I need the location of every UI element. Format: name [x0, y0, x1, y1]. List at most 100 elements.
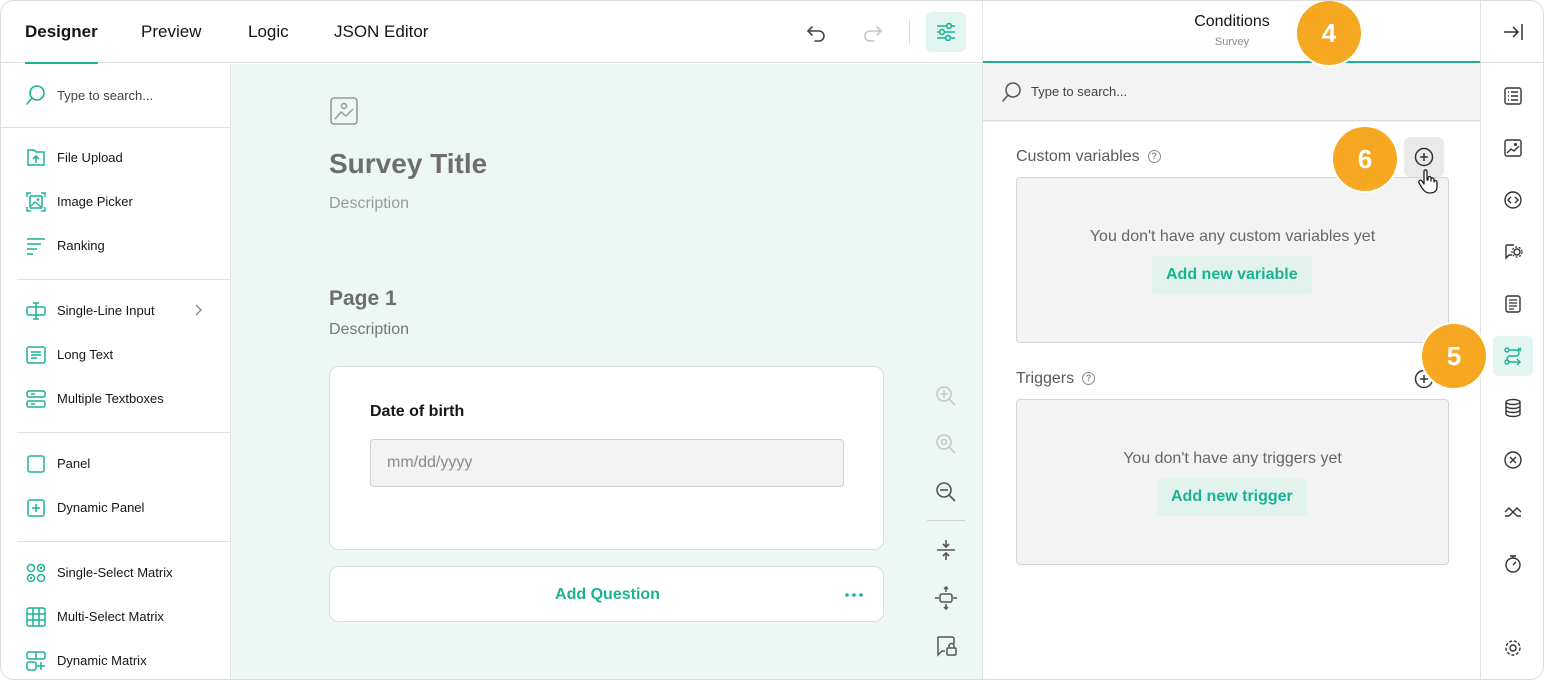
sidebar-item-validation[interactable] [1493, 440, 1533, 480]
toolbox-item-single-select-matrix[interactable]: Single-Select Matrix [1, 551, 230, 595]
page-title[interactable]: Page 1 [329, 287, 397, 311]
question-card-date-of-birth[interactable]: Date of birth mm/dd/yyyy [329, 366, 884, 550]
toolbox-item-label: Dynamic Panel [57, 500, 145, 515]
tab-preview[interactable]: Preview [141, 1, 201, 63]
lock-question-button[interactable] [932, 632, 960, 660]
add-question-bar: Add Question [329, 566, 884, 622]
toolbox-item-label: Dynamic Matrix [57, 653, 147, 668]
toolbox-item-single-line-input[interactable]: Single-Line Input [1, 289, 230, 333]
toolbox-item-dynamic-matrix[interactable]: Dynamic Matrix [1, 639, 230, 679]
question-toolbox: Type to search... File Upload Image Pick… [1, 64, 231, 679]
redo-icon [864, 26, 882, 42]
sidebar-item-data[interactable] [1493, 388, 1533, 428]
zoom-in-icon [936, 386, 956, 406]
zoom-out-icon [936, 482, 956, 502]
zoom-divider [927, 520, 965, 521]
redo-button[interactable] [856, 15, 890, 49]
toolbox-item-ranking[interactable]: Ranking [1, 224, 230, 268]
custom-variables-title-text: Custom variables [1016, 148, 1140, 165]
step-badge-6: 6 [1333, 127, 1397, 191]
add-new-variable-button[interactable]: Add new variable [1152, 256, 1312, 294]
ranking-icon [27, 238, 45, 255]
pointer-cursor-icon [1418, 169, 1438, 194]
toolbox-item-multi-select-matrix[interactable]: Multi-Select Matrix [1, 595, 230, 639]
expand-all-button[interactable] [932, 584, 960, 612]
collapse-all-button[interactable] [932, 536, 960, 564]
toolbox-search[interactable]: Type to search... [1, 64, 230, 128]
sidebar-item-timer[interactable] [1493, 544, 1533, 584]
survey-title[interactable]: Survey Title [329, 148, 487, 180]
toolbox-item-panel[interactable]: Panel [1, 442, 230, 486]
undo-button[interactable] [799, 15, 833, 49]
file-upload-icon [27, 149, 45, 166]
collapse-panel-button[interactable] [1481, 1, 1543, 63]
question-settings-icon [1505, 244, 1523, 260]
sidebar-item-navigation[interactable] [1493, 180, 1533, 220]
toolbox-divider [17, 279, 230, 280]
toolbox-item-image-picker[interactable]: Image Picker [1, 180, 230, 224]
sidebar-item-settings[interactable] [1493, 628, 1533, 668]
toolbox-item-file-upload[interactable]: File Upload [1, 136, 230, 180]
toolbox-item-label: Panel [57, 456, 91, 471]
single-select-matrix-icon [26, 563, 46, 583]
property-grid-title: Conditions [1194, 13, 1270, 30]
collapse-right-icon [1504, 23, 1523, 40]
more-options-icon[interactable] [842, 583, 866, 607]
question-title[interactable]: Date of birth [370, 403, 464, 421]
property-grid-search-placeholder: Type to search... [1031, 84, 1128, 99]
sidebar-item-quiz-mode[interactable] [1493, 492, 1533, 532]
add-question-button[interactable]: Add Question [330, 586, 885, 604]
page-description[interactable]: Description [329, 321, 409, 339]
custom-variables-empty-box: You don't have any custom variables yet … [1016, 177, 1449, 343]
chevron-right-icon[interactable] [193, 303, 205, 317]
triggers-empty-box: You don't have any triggers yet Add new … [1016, 399, 1449, 565]
navigation-icon [1504, 191, 1522, 209]
tab-designer[interactable]: Designer [25, 1, 98, 64]
timer-icon [1505, 555, 1521, 573]
tab-logic[interactable]: Logic [248, 1, 289, 63]
expand-icon [935, 586, 957, 610]
toolbox-item-multiple-textboxes[interactable]: Multiple Textboxes [1, 377, 230, 421]
help-icon[interactable]: ? [1082, 372, 1096, 385]
survey-description[interactable]: Description [329, 195, 409, 213]
zoom-reset-button[interactable] [932, 430, 960, 458]
property-grid-search[interactable]: Type to search... [983, 63, 1481, 121]
panel-icon [27, 455, 45, 473]
sidebar-item-general[interactable] [1493, 76, 1533, 116]
toolbox-item-label: Long Text [57, 347, 114, 362]
logo-image-icon [1504, 139, 1522, 157]
dynamic-matrix-icon [26, 651, 46, 671]
date-input[interactable]: mm/dd/yyyy [370, 439, 844, 487]
toolbox-divider [17, 432, 230, 433]
toolbox-item-dynamic-panel[interactable]: Dynamic Panel [1, 486, 230, 530]
help-icon[interactable]: ? [1147, 150, 1161, 163]
image-picker-icon [26, 192, 46, 212]
triggers-title: Triggers? [1016, 370, 1096, 388]
toolbox-item-label: Ranking [57, 238, 105, 253]
triggers-title-text: Triggers [1016, 370, 1075, 387]
add-new-trigger-button[interactable]: Add new trigger [1157, 478, 1307, 516]
sidebar-item-question-settings[interactable] [1493, 232, 1533, 272]
tab-json-editor[interactable]: JSON Editor [334, 1, 428, 63]
zoom-out-button[interactable] [932, 478, 960, 506]
sidebar-item-pages[interactable] [1493, 284, 1533, 324]
toolbox-item-label: Multiple Textboxes [57, 391, 164, 406]
sidebar-item-conditions[interactable] [1493, 336, 1533, 376]
pages-icon [1505, 295, 1521, 313]
property-grid-toggle-button[interactable] [926, 12, 966, 52]
zoom-in-button[interactable] [932, 382, 960, 410]
survey-logo-placeholder-icon[interactable] [329, 96, 359, 126]
collapse-icon [937, 540, 955, 560]
dynamic-panel-icon [27, 499, 45, 517]
conditions-section: Custom variables? You don't have any cus… [983, 122, 1481, 679]
toolbox-item-label: Image Picker [57, 194, 133, 209]
general-icon [1504, 87, 1522, 105]
zoom-reset-icon [936, 434, 956, 454]
sidebar-item-logo[interactable] [1493, 128, 1533, 168]
undo-icon [807, 26, 825, 42]
toolbar-divider [909, 19, 910, 45]
toolbox-item-long-text[interactable]: Long Text [1, 333, 230, 377]
search-icon [1002, 82, 1021, 102]
data-icon [1505, 398, 1521, 418]
quiz-mode-icon [1504, 507, 1522, 517]
